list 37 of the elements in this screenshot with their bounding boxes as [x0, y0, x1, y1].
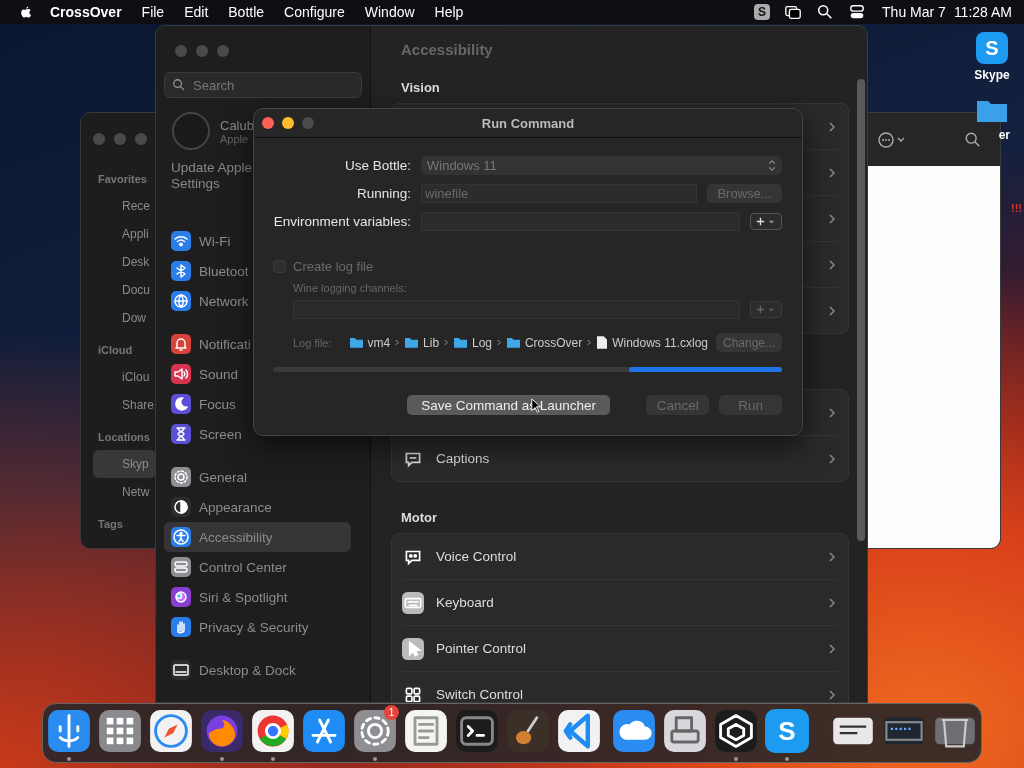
sidebar-item-label: Appearance: [199, 499, 272, 515]
sidebar-item-label: Sound: [199, 366, 239, 382]
sidebar-item-label: Privacy & Security: [199, 619, 309, 635]
row-label: Pointer Control: [436, 641, 528, 656]
sidebar-item-label: Control Center: [199, 559, 287, 575]
pane-title: Accessibility: [401, 41, 494, 58]
row-label: Switch Control: [436, 687, 525, 702]
sidebar-item-label: Siri & Spotlight: [199, 589, 288, 605]
sidebar-item-label: Notificati: [199, 336, 251, 352]
row-label: Captions: [436, 451, 491, 466]
sidebar-item-label: Bluetoot: [199, 263, 249, 279]
notification-badge: 1: [384, 705, 399, 720]
sidebar-heading: Favorites: [98, 173, 147, 185]
row-label: Voice Control: [436, 549, 518, 564]
sidebar-heading: Locations: [98, 431, 150, 443]
sidebar-item-label: Desktop & Dock: [199, 662, 296, 678]
field-label: Use Bottle:: [343, 158, 411, 173]
sidebar-item-label: Screen: [199, 426, 242, 442]
sidebar-item-label: Wi-Fi: [199, 233, 231, 249]
sidebar-item-label: Accessibility: [199, 529, 273, 545]
field-label: Environment variables:: [273, 214, 411, 229]
sidebar-item-label: General: [199, 469, 248, 485]
sidebar-item-label: Network: [199, 293, 249, 309]
profile-name: Calub: [220, 117, 254, 133]
row-label: Keyboard: [436, 595, 495, 610]
dialog-title: Run Command: [481, 115, 575, 131]
sidebar-item-label: Focus: [199, 396, 236, 412]
field-label: Wine logging channels:: [293, 282, 408, 294]
field-label: Log file:: [293, 336, 332, 349]
field-label: Running:: [355, 186, 411, 201]
sidebar-heading: Tags: [98, 518, 123, 530]
checkbox-label: Create log file: [293, 259, 374, 274]
sidebar-heading: iCloud: [98, 344, 133, 356]
desktop-note: !!!: [1011, 202, 1022, 214]
section-heading: Vision: [401, 80, 441, 95]
section-heading: Motor: [401, 510, 439, 525]
profile-subtitle: Apple: [220, 132, 250, 145]
